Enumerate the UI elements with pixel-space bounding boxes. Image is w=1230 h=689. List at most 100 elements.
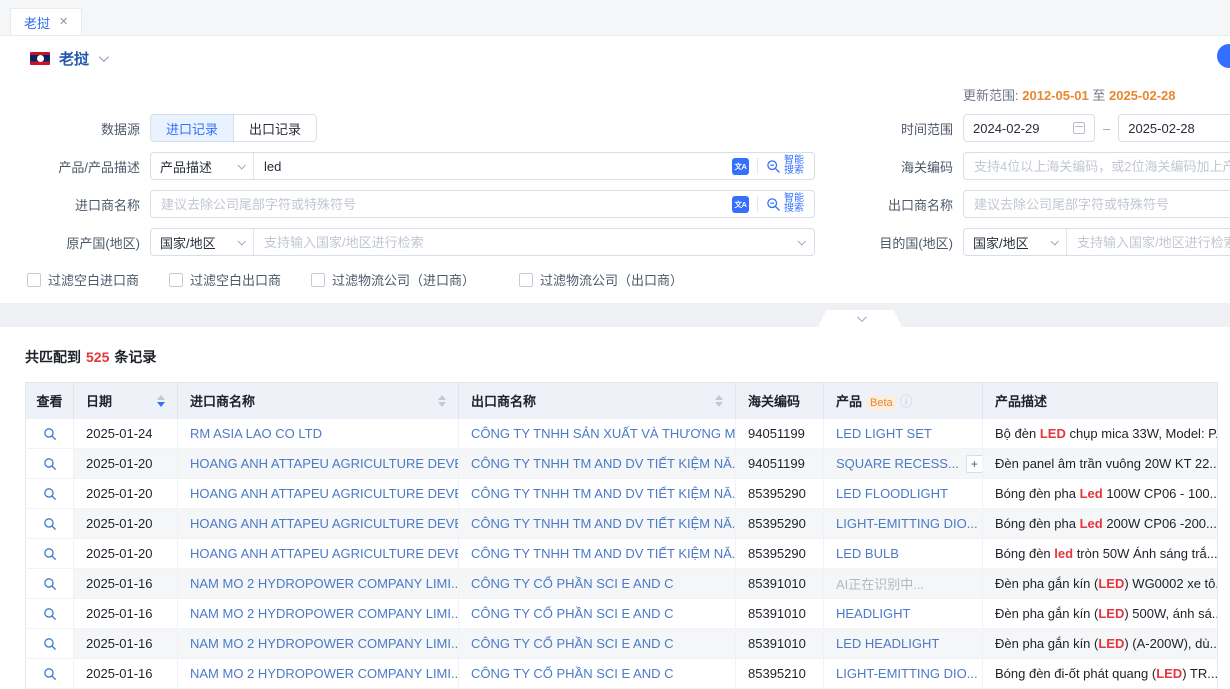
importer-search-input[interactable] — [151, 191, 732, 217]
results-table: 查看 日期 进口商名称 出口商名称 海关编码 产品Betaⓘ 产品 — [25, 382, 1218, 689]
smart-search-button[interactable]: 智能搜索 — [766, 194, 806, 214]
importer-link[interactable]: HOANG ANH ATTAPEU AGRICULTURE DEVE... — [178, 539, 459, 569]
product-link[interactable]: LIGHT-EMITTING DIO... — [836, 666, 978, 681]
sort-importer[interactable] — [438, 395, 446, 407]
checkbox-icon — [519, 273, 533, 287]
cell-hs-code: 85395210 — [736, 659, 824, 689]
cell-product: LED BULB — [824, 539, 983, 569]
view-details-icon[interactable] — [43, 577, 57, 591]
origin-country-input[interactable] — [254, 229, 794, 255]
exporter-link[interactable]: CÔNG TY TNHH TM AND DV TIẾT KIỆM NĂ... — [459, 539, 736, 569]
date-start-input[interactable]: 2024-02-29 — [963, 114, 1095, 142]
cell-hs-code: 85391010 — [736, 599, 824, 629]
table-header-row: 查看 日期 进口商名称 出口商名称 海关编码 产品Betaⓘ 产品 — [26, 383, 1218, 419]
product-link[interactable]: LED FLOODLIGHT — [836, 486, 948, 501]
importer-row: 进口商名称 文A 智能搜索 出口商名称 — [0, 190, 1230, 218]
date-end-input[interactable]: 2025-02-28 — [1118, 114, 1230, 142]
export-records-tab[interactable]: 出口记录 — [233, 115, 316, 141]
dest-country-group: 国家/地区 — [963, 228, 1230, 256]
divider — [757, 196, 758, 212]
product-type-select[interactable]: 产品描述 — [151, 153, 254, 179]
import-records-tab[interactable]: 进口记录 — [151, 115, 233, 141]
checkbox-icon — [311, 273, 325, 287]
product-link[interactable]: LIGHT-EMITTING DIO... — [836, 516, 978, 531]
exporter-name-input[interactable] — [963, 190, 1230, 218]
cell-date: 2025-01-20 — [74, 479, 178, 509]
dest-country-label: 目的国(地区) — [825, 233, 953, 252]
product-link[interactable]: LED HEADLIGHT — [836, 636, 939, 651]
view-details-icon[interactable] — [43, 457, 57, 471]
tab-laos[interactable]: 老挝 ✕ — [10, 8, 82, 35]
product-search-input[interactable] — [254, 153, 732, 179]
cell-product: LED LIGHT SET — [824, 419, 983, 449]
chevron-down-icon[interactable] — [99, 52, 109, 62]
translate-icon[interactable]: 文A — [732, 196, 749, 213]
view-cell — [26, 539, 74, 569]
view-details-icon[interactable] — [43, 427, 57, 441]
update-range-row: 更新范围: 2012-05-01 至 2025-02-28 — [0, 84, 1230, 104]
cell-product-desc: Bóng đèn pha Led 100W CP06 - 100... — [983, 479, 1218, 509]
dest-country-select[interactable]: 国家/地区 — [964, 229, 1067, 255]
importer-link[interactable]: NAM MO 2 HYDROPOWER COMPANY LIMI... — [178, 569, 459, 599]
collapse-filters-button[interactable] — [818, 310, 902, 327]
exporter-link[interactable]: CÔNG TY TNHH TM AND DV TIẾT KIỆM NĂ... — [459, 479, 736, 509]
checkbox-filter-logistics-importer[interactable]: 过滤物流公司（进口商） — [311, 270, 475, 289]
checkbox-filter-blank-exporter[interactable]: 过滤空白出口商 — [169, 270, 281, 289]
view-details-icon[interactable] — [43, 637, 57, 651]
exporter-link[interactable]: CÔNG TY CỔ PHẦN SCI E AND C — [459, 569, 736, 599]
dest-country-select-value: 国家/地区 — [973, 233, 1029, 252]
exporter-link[interactable]: CÔNG TY TNHH TM AND DV TIẾT KIỆM NĂ... — [459, 509, 736, 539]
view-details-icon[interactable] — [43, 667, 57, 681]
match-count: 共匹配到525条记录 — [25, 347, 1230, 367]
exporter-link[interactable]: CÔNG TY TNHH TM AND DV TIẾT KIỆM NĂ... — [459, 449, 736, 479]
importer-link[interactable]: HOANG ANH ATTAPEU AGRICULTURE DEVE... — [178, 449, 459, 479]
checkbox-filter-logistics-exporter[interactable]: 过滤物流公司（出口商） — [519, 270, 683, 289]
match-count-number: 525 — [86, 349, 109, 365]
tab-label: 老挝 — [24, 13, 50, 32]
table-row: 2025-01-16NAM MO 2 HYDROPOWER COMPANY LI… — [26, 629, 1218, 659]
importer-link[interactable]: RM ASIA LAO CO LTD — [178, 419, 459, 449]
cell-date: 2025-01-24 — [74, 419, 178, 449]
keyword-highlight: Led — [1080, 486, 1103, 501]
product-label: 产品/产品描述 — [0, 157, 140, 176]
origin-country-group: 国家/地区 — [150, 228, 815, 256]
product-link[interactable]: SQUARE RECESS... — [836, 456, 959, 471]
floating-action-button[interactable] — [1217, 44, 1230, 68]
date-separator: – — [1103, 121, 1110, 136]
hs-code-input[interactable] — [963, 152, 1230, 180]
view-details-icon[interactable] — [43, 517, 57, 531]
sort-date[interactable] — [157, 395, 165, 407]
importer-link[interactable]: NAM MO 2 HYDROPOWER COMPANY LIMI... — [178, 659, 459, 689]
exporter-link[interactable]: CÔNG TY CỔ PHẦN SCI E AND C — [459, 629, 736, 659]
exporter-link[interactable]: CÔNG TY CỔ PHẦN SCI E AND C — [459, 599, 736, 629]
view-details-icon[interactable] — [43, 487, 57, 501]
keyword-highlight: Led — [1080, 516, 1103, 531]
product-link[interactable]: LED LIGHT SET — [836, 426, 932, 441]
smart-search-button[interactable]: 智能搜索 — [766, 156, 806, 176]
cell-date: 2025-01-16 — [74, 659, 178, 689]
exporter-link[interactable]: CÔNG TY CỔ PHẦN SCI E AND C — [459, 659, 736, 689]
checkbox-filter-blank-importer[interactable]: 过滤空白进口商 — [27, 270, 139, 289]
view-cell — [26, 659, 74, 689]
importer-link[interactable]: NAM MO 2 HYDROPOWER COMPANY LIMI... — [178, 599, 459, 629]
product-link[interactable]: LED BULB — [836, 546, 899, 561]
info-icon[interactable]: ⓘ — [900, 394, 913, 409]
sort-exporter[interactable] — [715, 395, 723, 407]
product-link[interactable]: HEADLIGHT — [836, 606, 910, 621]
tab-close-icon[interactable]: ✕ — [59, 17, 68, 28]
view-details-icon[interactable] — [43, 607, 57, 621]
importer-link[interactable]: HOANG ANH ATTAPEU AGRICULTURE DEVE... — [178, 479, 459, 509]
importer-link[interactable]: NAM MO 2 HYDROPOWER COMPANY LIMI... — [178, 629, 459, 659]
translate-icon[interactable]: 文A — [732, 158, 749, 175]
more-products-badge[interactable]: + 1 — [966, 455, 983, 473]
cell-date: 2025-01-20 — [74, 539, 178, 569]
product-ai-recognizing: AI正在识别中... — [836, 577, 924, 592]
product-row: 产品/产品描述 产品描述 文A 智能搜索 海关编码 — [0, 152, 1230, 180]
origin-country-select[interactable]: 国家/地区 — [151, 229, 254, 255]
dest-country-input[interactable] — [1067, 229, 1230, 255]
view-details-icon[interactable] — [43, 547, 57, 561]
country-name[interactable]: 老挝 — [59, 48, 89, 69]
importer-link[interactable]: HOANG ANH ATTAPEU AGRICULTURE DEVE... — [178, 509, 459, 539]
exporter-link[interactable]: CÔNG TY TNHH SẢN XUẤT VÀ THƯƠNG M... — [459, 419, 736, 449]
checkbox-icon — [169, 273, 183, 287]
